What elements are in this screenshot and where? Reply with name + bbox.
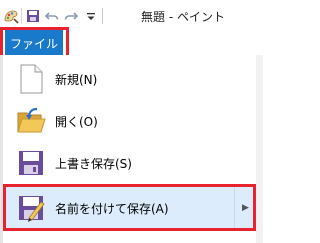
menu-item-label: 新規(N) [55, 72, 98, 87]
redo-icon[interactable] [63, 8, 79, 24]
new-document-icon [15, 63, 47, 95]
menu-item-label: 上書き保存(S) [55, 156, 132, 171]
title-bar: 無題 - ペイント [0, 0, 263, 30]
save-icon[interactable] [25, 8, 41, 24]
separator [21, 8, 22, 24]
menu-item-open[interactable]: 開く(O) [5, 100, 255, 142]
paint-app-icon[interactable] [3, 8, 19, 24]
customize-qat-dropdown-icon[interactable] [84, 8, 98, 24]
undo-icon[interactable] [44, 8, 60, 24]
separator [102, 8, 103, 24]
menu-item-save[interactable]: 上書き保存(S) [5, 142, 255, 184]
save-icon [15, 147, 47, 179]
menu-item-new[interactable]: 新規(N) [5, 58, 255, 100]
open-folder-icon [15, 105, 47, 137]
highlight-box-save-as [3, 184, 256, 231]
menu-right-panel [256, 55, 263, 243]
window-title: 無題 - ペイント [141, 10, 225, 24]
menu-item-label: 開く(O) [55, 114, 98, 129]
